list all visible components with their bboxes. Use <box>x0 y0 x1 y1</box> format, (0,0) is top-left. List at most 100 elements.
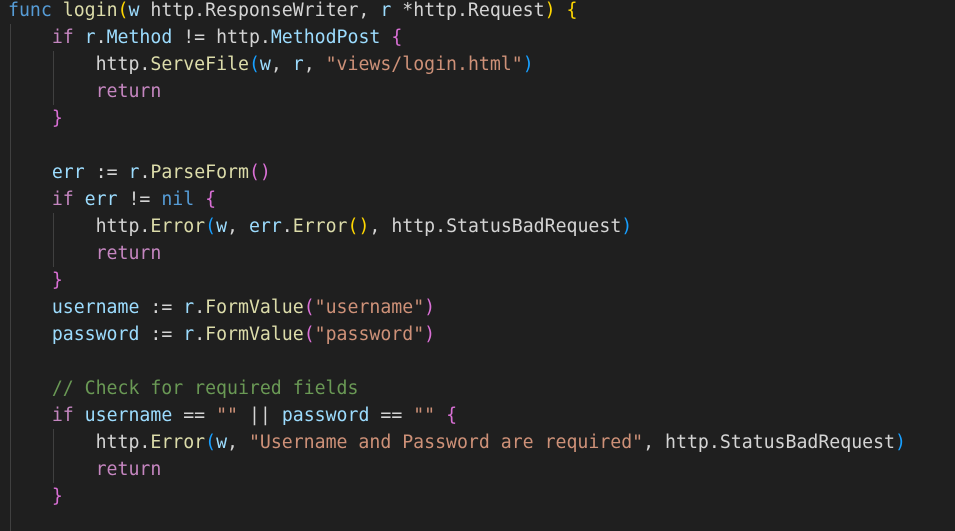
code-token: , <box>358 0 381 21</box>
code-token: http.Request <box>413 0 545 21</box>
code-line[interactable]: return <box>8 78 906 105</box>
code-token: , <box>369 216 392 237</box>
code-token: != <box>172 27 217 48</box>
code-line[interactable] <box>8 132 906 159</box>
code-token: MethodPost <box>270 27 381 48</box>
code-token: w <box>216 216 228 237</box>
code-token: err <box>84 189 118 210</box>
code-token: Error <box>150 432 206 453</box>
code-line[interactable]: if username == "" || password == "" { <box>8 402 906 429</box>
code-token: ) <box>544 0 556 21</box>
code-token: . <box>194 324 206 345</box>
code-line[interactable]: } <box>8 483 906 510</box>
code-token: ServeFile <box>150 54 249 75</box>
code-token: Method <box>106 27 173 48</box>
code-editor[interactable]: func login(w http.ResponseWriter, r *htt… <box>0 0 955 531</box>
code-token: return <box>95 459 162 480</box>
code-line[interactable]: http.ServeFile(w, r, "views/login.html") <box>8 51 906 78</box>
code-line[interactable]: err := r.ParseForm() <box>8 159 906 186</box>
code-line[interactable] <box>8 348 906 375</box>
code-line[interactable]: if r.Method != http.MethodPost { <box>8 24 906 51</box>
code-line[interactable]: return <box>8 240 906 267</box>
code-token: password <box>281 405 370 426</box>
code-line[interactable]: http.Error(w, err.Error(), http.StatusBa… <box>8 213 906 240</box>
code-line[interactable]: password := r.FormValue("password") <box>8 321 906 348</box>
code-token: := <box>84 162 129 183</box>
code-token: r <box>128 162 140 183</box>
code-token: "" <box>216 405 238 426</box>
code-token: r <box>292 54 304 75</box>
code-token: StatusBadRequest <box>719 432 896 453</box>
code-line[interactable]: } <box>8 267 906 294</box>
code-line[interactable]: username := r.FormValue("username") <box>8 294 906 321</box>
code-token: . <box>708 432 720 453</box>
code-token: r <box>380 0 392 21</box>
code-token: http <box>391 216 436 237</box>
code-token: err <box>248 216 282 237</box>
code-token: r <box>183 324 195 345</box>
code-line[interactable]: return <box>8 456 906 483</box>
code-line[interactable]: } <box>8 105 906 132</box>
code-line[interactable]: func login(w http.ResponseWriter, r *htt… <box>8 0 906 24</box>
code-token: := <box>139 324 184 345</box>
code-token: r <box>84 27 96 48</box>
code-token: () <box>347 216 370 237</box>
code-token: } <box>51 270 63 291</box>
code-token: http <box>665 432 709 453</box>
code-token: . <box>139 54 151 75</box>
code-token: ) <box>424 297 436 318</box>
code-token: "password" <box>314 324 425 345</box>
code-token: http <box>95 216 140 237</box>
code-token: } <box>51 486 63 507</box>
code-line[interactable]: if err != nil { <box>8 186 906 213</box>
code-token: := <box>139 297 184 318</box>
code-token: FormValue <box>205 324 304 345</box>
code-token: . <box>435 216 447 237</box>
code-token: if <box>51 405 74 426</box>
code-token: == <box>172 405 217 426</box>
code-token: } <box>51 108 63 129</box>
code-token: nil <box>161 189 195 210</box>
code-token: ) <box>621 216 633 237</box>
code-token: ) <box>522 54 534 75</box>
code-token: { <box>205 189 217 210</box>
code-token: return <box>95 243 162 264</box>
code-token: , <box>227 216 249 237</box>
code-token: , <box>270 54 293 75</box>
code-token: "" <box>413 405 436 426</box>
code-token: return <box>95 81 162 102</box>
code-token: err <box>51 162 85 183</box>
code-token: http <box>95 432 140 453</box>
code-token: . <box>259 27 271 48</box>
code-token: { <box>446 405 458 426</box>
code-token: != <box>117 189 162 210</box>
code-lines[interactable]: func login(w http.ResponseWriter, r *htt… <box>8 0 906 510</box>
code-token: ) <box>424 324 436 345</box>
code-token: w <box>259 54 271 75</box>
code-token: , <box>643 432 666 453</box>
code-token: http <box>216 27 260 48</box>
code-token: r <box>183 297 195 318</box>
code-line[interactable]: http.Error(w, "Username and Password are… <box>8 429 906 456</box>
code-token: { <box>391 27 403 48</box>
code-token: . <box>194 297 206 318</box>
code-token: ( <box>117 0 129 21</box>
code-line[interactable]: // Check for required fields <box>8 375 906 402</box>
